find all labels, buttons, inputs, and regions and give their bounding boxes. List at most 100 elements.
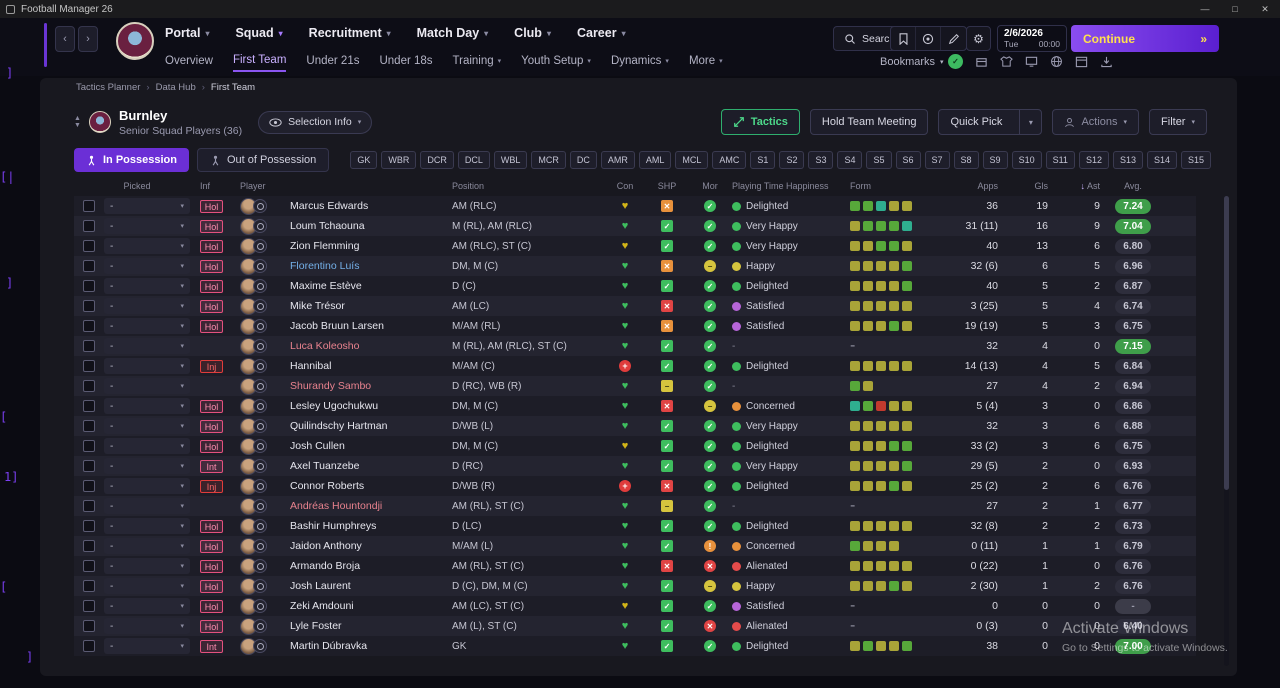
position-chip-s6[interactable]: S6: [895, 151, 921, 169]
player-name[interactable]: Zeki Amdouni: [290, 600, 452, 612]
col-ast[interactable]: ↓ Ast: [1048, 181, 1100, 191]
table-row[interactable]: - ▾ Luca Koleosho M (RL), AM (RLC), ST (C…: [74, 336, 1196, 356]
position-chip-s3[interactable]: S3: [808, 151, 834, 169]
row-selection-dropdown[interactable]: - ▾: [104, 198, 190, 214]
row-checkbox[interactable]: [83, 320, 95, 332]
player-name[interactable]: Lyle Foster: [290, 620, 452, 632]
row-selection-dropdown[interactable]: - ▾: [104, 298, 190, 314]
player-name[interactable]: Connor Roberts: [290, 480, 452, 492]
position-chip-s14[interactable]: S14: [1146, 151, 1177, 169]
row-selection-dropdown[interactable]: - ▾: [104, 438, 190, 454]
actions-button[interactable]: Actions ▾: [1052, 109, 1140, 135]
col-gls[interactable]: Gls: [998, 181, 1049, 191]
player-name[interactable]: Mike Trésor: [290, 300, 452, 312]
row-checkbox[interactable]: [83, 400, 95, 412]
table-row[interactable]: - ▾ Int Axel Tuanzebe D (RC) ♥ ✓ ✓ Very H…: [74, 456, 1196, 476]
row-checkbox[interactable]: [83, 280, 95, 292]
player-name[interactable]: Florentino Luís: [290, 260, 452, 272]
chevron-down-icon[interactable]: ▾: [1019, 110, 1041, 134]
close-button[interactable]: ✕: [1250, 0, 1280, 18]
position-chip-s13[interactable]: S13: [1112, 151, 1143, 169]
position-chip-s8[interactable]: S8: [953, 151, 979, 169]
table-row[interactable]: - ▾ Shurandy Sambo D (RC), WB (R) ♥ − ✓ -…: [74, 376, 1196, 396]
row-selection-dropdown[interactable]: - ▾: [104, 318, 190, 334]
col-mor[interactable]: Mor: [688, 181, 732, 191]
row-selection-dropdown[interactable]: - ▾: [104, 458, 190, 474]
table-row[interactable]: - ▾ Hol Jaidon Anthony M/AM (L) ♥ ✓ ! Con…: [74, 536, 1196, 556]
tab-in-possession[interactable]: In Possession: [74, 148, 189, 172]
row-selection-dropdown[interactable]: - ▾: [104, 218, 190, 234]
club-crest[interactable]: [116, 22, 154, 60]
row-checkbox[interactable]: [83, 300, 95, 312]
player-name[interactable]: Maxime Estève: [290, 280, 452, 292]
collapse-toggle[interactable]: ▲ ▼: [74, 115, 81, 129]
col-apps[interactable]: Apps: [942, 181, 998, 191]
maximize-button[interactable]: □: [1220, 0, 1250, 18]
player-name[interactable]: Josh Cullen: [290, 440, 452, 452]
row-selection-dropdown[interactable]: - ▾: [104, 238, 190, 254]
bookmarks-dropdown[interactable]: Bookmarks ▾: [880, 56, 944, 68]
player-name[interactable]: Hannibal: [290, 360, 452, 372]
position-chip-s5[interactable]: S5: [866, 151, 892, 169]
subnav-dynamics[interactable]: Dynamics ▾: [611, 55, 669, 71]
player-name[interactable]: Luca Koleosho: [290, 340, 452, 352]
menu-squad[interactable]: Squad ▾: [235, 26, 282, 40]
table-row[interactable]: - ▾ Andréas Hountondji AM (RL), ST (C) ♥ …: [74, 496, 1196, 516]
player-name[interactable]: Lesley Ugochukwu: [290, 400, 452, 412]
minimize-button[interactable]: —: [1190, 0, 1220, 18]
row-checkbox[interactable]: [83, 620, 95, 632]
position-chip-s12[interactable]: S12: [1078, 151, 1109, 169]
continue-button[interactable]: Continue »: [1071, 25, 1219, 52]
col-con[interactable]: Con: [604, 181, 646, 191]
row-checkbox[interactable]: [83, 600, 95, 612]
row-checkbox[interactable]: [83, 220, 95, 232]
settings-button[interactable]: ⚙: [966, 26, 991, 51]
position-chip-gk[interactable]: GK: [350, 151, 378, 169]
row-selection-dropdown[interactable]: - ▾: [104, 598, 190, 614]
globe-icon[interactable]: [1050, 55, 1063, 68]
row-selection-dropdown[interactable]: - ▾: [104, 518, 190, 534]
position-chip-dcr[interactable]: DCR: [420, 151, 454, 169]
player-name[interactable]: Loum Tchaouna: [290, 220, 452, 232]
position-chip-s2[interactable]: S2: [779, 151, 805, 169]
position-chip-aml[interactable]: AML: [638, 151, 672, 169]
position-chip-wbl[interactable]: WBL: [493, 151, 528, 169]
subnav-youth-setup[interactable]: Youth Setup ▾: [521, 55, 591, 71]
table-row[interactable]: - ▾ Hol Josh Laurent D (C), DM, M (C) ♥ ✓…: [74, 576, 1196, 596]
row-selection-dropdown[interactable]: - ▾: [104, 558, 190, 574]
col-picked[interactable]: Picked: [74, 181, 200, 191]
menu-recruitment[interactable]: Recruitment ▾: [309, 26, 391, 40]
row-checkbox[interactable]: [83, 440, 95, 452]
table-row[interactable]: - ▾ Hol Florentino Luís DM, M (C) ♥ ✕ − H…: [74, 256, 1196, 276]
row-checkbox[interactable]: [83, 560, 95, 572]
table-row[interactable]: - ▾ Hol Armando Broja AM (RL), ST (C) ♥ ✕…: [74, 556, 1196, 576]
table-row[interactable]: - ▾ Hol Lyle Foster AM (L), ST (C) ♥ ✓ ✕ …: [74, 616, 1196, 636]
row-checkbox[interactable]: [83, 340, 95, 352]
monitor-icon[interactable]: [1025, 55, 1038, 68]
subnav-under-21s[interactable]: Under 21s: [306, 55, 359, 71]
position-chip-mcr[interactable]: MCR: [531, 151, 566, 169]
row-selection-dropdown[interactable]: - ▾: [104, 538, 190, 554]
col-position[interactable]: Position: [452, 181, 604, 191]
subnav-overview[interactable]: Overview: [165, 55, 213, 71]
row-selection-dropdown[interactable]: - ▾: [104, 278, 190, 294]
menu-portal[interactable]: Portal ▾: [165, 26, 209, 40]
player-name[interactable]: Quilindschy Hartman: [290, 420, 452, 432]
breadcrumb-item[interactable]: Tactics Planner: [76, 82, 140, 93]
row-selection-dropdown[interactable]: - ▾: [104, 398, 190, 414]
forward-button[interactable]: ›: [78, 26, 98, 52]
player-name[interactable]: Armando Broja: [290, 560, 452, 572]
table-row[interactable]: - ▾ Hol Zion Flemming AM (RLC), ST (C) ♥ …: [74, 236, 1196, 256]
row-checkbox[interactable]: [83, 520, 95, 532]
row-selection-dropdown[interactable]: - ▾: [104, 378, 190, 394]
menu-club[interactable]: Club ▾: [514, 26, 551, 40]
row-selection-dropdown[interactable]: - ▾: [104, 358, 190, 374]
player-name[interactable]: Andréas Hountondji: [290, 500, 452, 512]
position-chip-dc[interactable]: DC: [569, 151, 597, 169]
menu-career[interactable]: Career ▾: [577, 26, 626, 40]
hold-team-meeting-button[interactable]: Hold Team Meeting: [809, 109, 929, 135]
subnav-training[interactable]: Training ▾: [453, 55, 502, 71]
position-chip-s1[interactable]: S1: [750, 151, 776, 169]
box-icon[interactable]: [975, 55, 988, 68]
shirt-icon[interactable]: [1000, 55, 1013, 68]
